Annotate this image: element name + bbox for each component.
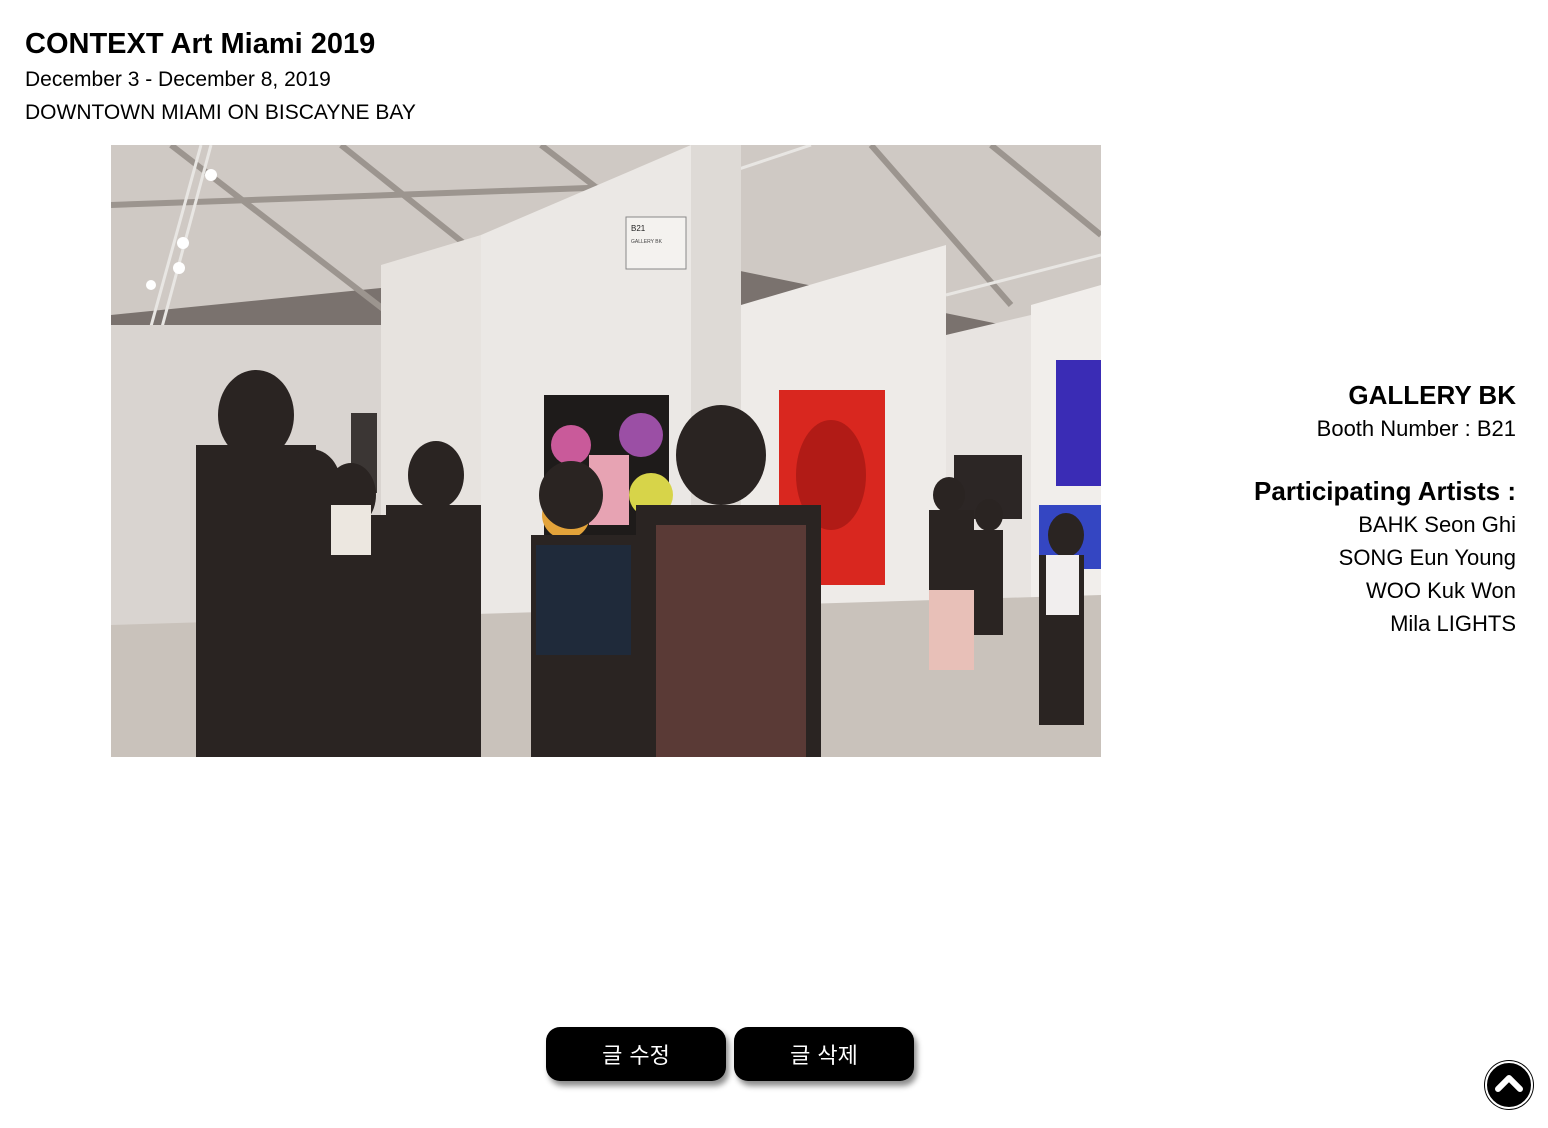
event-title: CONTEXT Art Miami 2019 [25,28,376,60]
artist-name: SONG Eun Young [1338,545,1516,570]
event-venue: DOWNTOWN MIAMI ON BISCAYNE BAY [25,101,416,124]
gallery-info: GALLERY BK Booth Number : B21 Participat… [1254,378,1516,640]
artists-heading: Participating Artists : [1254,476,1516,506]
booth-number: Booth Number : B21 [1316,416,1516,441]
booth-sign-sub: GALLERY BK [631,239,663,245]
artist-name: Mila LIGHTS [1390,611,1516,636]
artist-name: WOO Kuk Won [1366,578,1516,603]
edit-post-button[interactable]: 글 수정 [546,1027,726,1081]
event-header: CONTEXT Art Miami 2019 December 3 - Dece… [25,26,416,129]
artist-name: BAHK Seon Ghi [1358,512,1516,537]
gallery-name: GALLERY BK [1348,380,1516,410]
scroll-to-top-button[interactable] [1485,1061,1533,1109]
post-actions: 글 수정 글 삭제 [546,1027,914,1081]
chevron-up-icon [1494,1072,1524,1099]
event-dates: December 3 - December 8, 2019 [25,68,331,91]
delete-post-button[interactable]: 글 삭제 [734,1027,914,1081]
exhibition-photo: B21 GALLERY BK [111,145,1101,757]
booth-sign-text: B21 [631,224,646,233]
